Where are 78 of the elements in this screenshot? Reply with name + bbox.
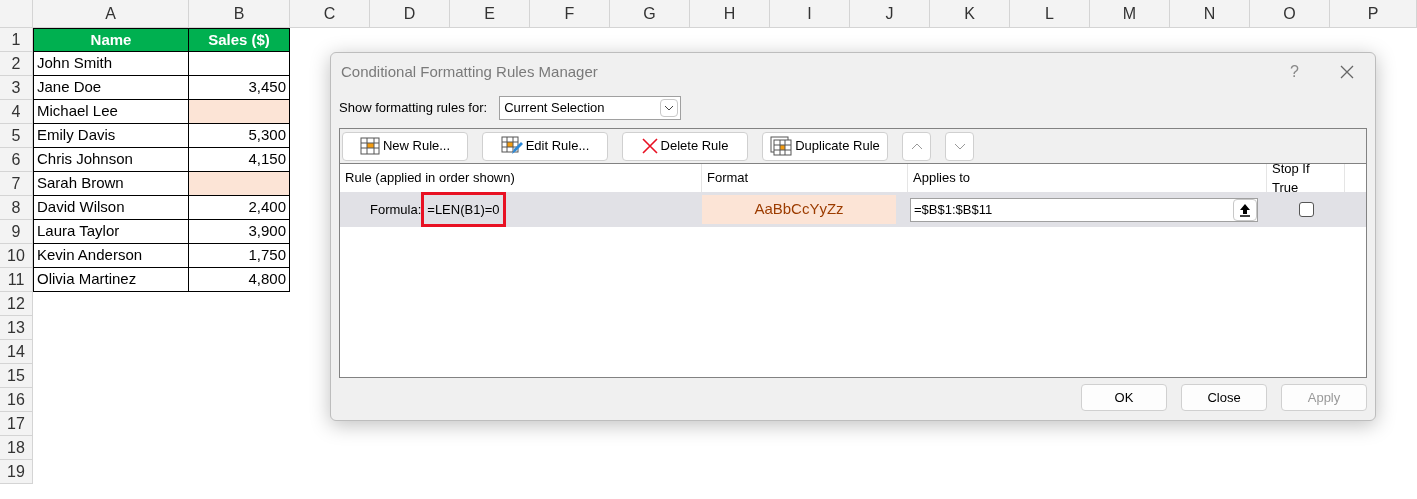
row-header[interactable]: 3 xyxy=(0,76,33,100)
table-cell: 1,750 xyxy=(189,244,290,268)
grid-icon xyxy=(359,137,380,155)
duplicate-rule-button[interactable]: Duplicate Rule xyxy=(762,131,888,161)
column-header[interactable]: E xyxy=(450,0,530,27)
edit-rule-button[interactable]: Edit Rule... xyxy=(482,131,608,161)
table-cell: Sarah Brown xyxy=(33,172,189,196)
row-header[interactable]: 7 xyxy=(0,172,33,196)
table-cell: 4,800 xyxy=(189,268,290,292)
row-header[interactable]: 5 xyxy=(0,124,33,148)
table-cell: 2,400 xyxy=(189,196,290,220)
column-header[interactable]: H xyxy=(690,0,770,27)
table-cell: David Wilson xyxy=(33,196,189,220)
row-header[interactable]: 4 xyxy=(0,100,33,124)
row-header[interactable]: 2 xyxy=(0,52,33,76)
dropdown[interactable]: Current Selection xyxy=(499,96,682,120)
row-header[interactable]: 12 xyxy=(0,292,33,316)
window-title: Conditional Formatting Rules Manager xyxy=(341,61,598,82)
rule-row[interactable]: Formula: =LEN(B1)=0 AaBbCcYyZz =$B$1:$B$11 xyxy=(340,192,1366,227)
column-header[interactable]: C xyxy=(290,0,370,27)
column-header[interactable]: J xyxy=(850,0,930,27)
input-field[interactable]: =$B$1:$B$11 xyxy=(910,197,1258,222)
row-header[interactable]: 1 xyxy=(0,28,33,52)
column-header[interactable]: F xyxy=(530,0,610,27)
table-cell: 3,450 xyxy=(189,76,290,100)
row-header[interactable]: 19 xyxy=(0,460,33,484)
column-header[interactable]: A xyxy=(33,0,189,27)
row-header[interactable]: 10 xyxy=(0,244,33,268)
column-header[interactable]: D xyxy=(370,0,450,27)
grid-pencil-icon xyxy=(500,136,523,156)
row-header[interactable]: 18 xyxy=(0,436,33,460)
close-icon[interactable] xyxy=(1339,64,1355,80)
dialog-button[interactable]: OK xyxy=(1081,384,1167,411)
column-header[interactable]: M xyxy=(1090,0,1170,27)
rule-type-label: Formula: xyxy=(370,200,422,219)
new-rule-button[interactable]: New Rule... xyxy=(342,131,468,161)
dialog-button: Apply xyxy=(1281,384,1367,411)
row-header[interactable]: 15 xyxy=(0,364,33,388)
row-header[interactable]: 9 xyxy=(0,220,33,244)
formula-text: =LEN(B1)=0 xyxy=(421,191,506,228)
column-header[interactable]: I xyxy=(770,0,850,27)
column-header[interactable]: L xyxy=(1010,0,1090,27)
x-icon xyxy=(641,138,658,154)
table-cell: Laura Taylor xyxy=(33,220,189,244)
row-header[interactable]: 8 xyxy=(0,196,33,220)
table-cell: Michael Lee xyxy=(33,100,189,124)
column-header[interactable]: N xyxy=(1170,0,1250,27)
column-header[interactable]: B xyxy=(189,0,290,27)
row-header[interactable]: 14 xyxy=(0,340,33,364)
delete-rule-button[interactable]: Delete Rule xyxy=(622,131,748,161)
table-cell: Chris Johnson xyxy=(33,148,189,172)
column-header[interactable]: O xyxy=(1250,0,1330,27)
row-header[interactable]: 6 xyxy=(0,148,33,172)
field-label: Show formatting rules for: xyxy=(339,99,488,118)
dialog-button[interactable]: Close xyxy=(1181,384,1267,411)
table-cell: Olivia Martinez xyxy=(33,268,189,292)
header-cell: Name xyxy=(33,28,189,52)
table-cell: Jane Doe xyxy=(33,76,189,100)
table-cell: Kevin Anderson xyxy=(33,244,189,268)
stacked-grid-icon xyxy=(770,136,793,156)
header-cell: Sales ($) xyxy=(189,28,290,52)
table-cell: 4,150 xyxy=(189,148,290,172)
table-cell: John Smith xyxy=(33,52,189,76)
format-preview: AaBbCcYyZz xyxy=(702,195,896,224)
checkbox[interactable] xyxy=(1298,202,1314,217)
column-header[interactable]: G xyxy=(610,0,690,27)
row-header[interactable]: 16 xyxy=(0,388,33,412)
chevron-down-icon xyxy=(953,142,966,150)
chevron-up-icon xyxy=(910,142,923,150)
table-cell: Emily Davis xyxy=(33,124,189,148)
table-cell: 3,900 xyxy=(189,220,290,244)
row-header[interactable]: 17 xyxy=(0,412,33,436)
column-header[interactable]: P xyxy=(1330,0,1417,27)
caret-icon[interactable] xyxy=(660,99,679,117)
table-cell: 5,300 xyxy=(189,124,290,148)
row-header[interactable]: 11 xyxy=(0,268,33,292)
column-header[interactable]: K xyxy=(930,0,1010,27)
row-header[interactable]: 13 xyxy=(0,316,33,340)
